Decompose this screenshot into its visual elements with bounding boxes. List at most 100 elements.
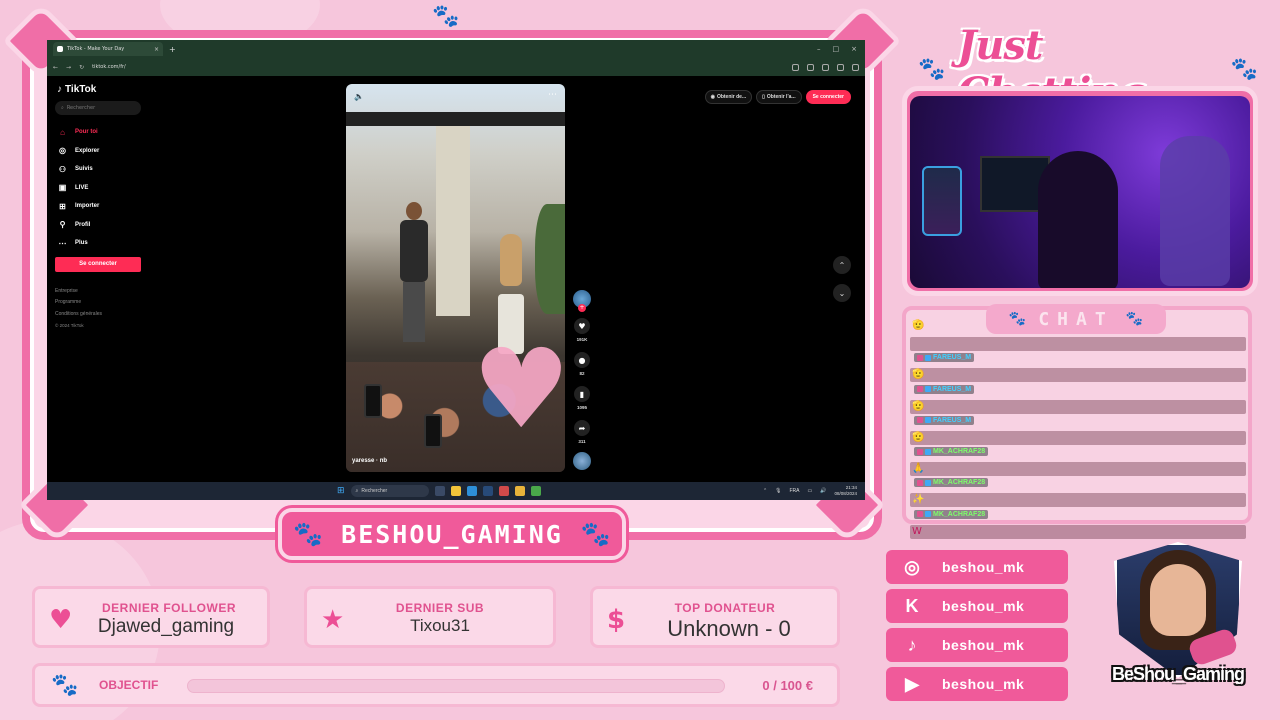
- clock[interactable]: 21:34 08/08/2024: [834, 485, 857, 497]
- performer: [394, 202, 434, 352]
- file-explorer-icon[interactable]: [450, 486, 461, 496]
- footer-link[interactable]: Conditions générales: [55, 309, 145, 321]
- social-youtube[interactable]: ▶ beshou_mk: [886, 667, 1068, 701]
- save-button[interactable]: ▮: [574, 386, 590, 402]
- music-disc-icon[interactable]: [573, 452, 591, 470]
- paw-icon: 🐾: [293, 520, 324, 548]
- chat-message-bg: [910, 368, 1246, 383]
- video-player[interactable]: ♥ 🔈 ⋯ yaresse · nb: [346, 84, 565, 472]
- social-tiktok[interactable]: ♪ beshou_mk: [886, 628, 1068, 662]
- widget-label: TOP DONATEUR: [674, 601, 776, 615]
- save-count: 1095: [576, 405, 587, 410]
- chat-message: FAREUS_M 🫡: [906, 351, 1248, 383]
- comment-button[interactable]: ●: [574, 352, 590, 368]
- tiktok-icon: [57, 46, 63, 52]
- footer-link[interactable]: Programme: [55, 297, 145, 309]
- chat-badge-icon: [917, 354, 923, 361]
- edge-icon[interactable]: [466, 486, 477, 496]
- scroll-up-button[interactable]: ⌃: [833, 256, 851, 274]
- heart-sticker: ♥: [472, 325, 565, 453]
- user-follow-icon: ⚇: [58, 164, 67, 174]
- close-window-icon[interactable]: ×: [851, 45, 857, 53]
- new-tab-icon[interactable]: +: [169, 45, 176, 54]
- windows-start-icon[interactable]: ⊞: [337, 486, 345, 496]
- url-field[interactable]: tiktok.com/fr/: [92, 64, 126, 70]
- objective-label: OBJECTIF: [99, 678, 159, 692]
- chat-badge-icon: [925, 511, 931, 518]
- copyright: © 2024 TikTok: [55, 323, 84, 328]
- app-icon[interactable]: [498, 486, 509, 496]
- objective-widget: 🐾 OBJECTIF 0 / 100 €: [32, 663, 840, 707]
- profile-icon[interactable]: [837, 63, 844, 71]
- search-input[interactable]: ⌕ Rechercher: [55, 101, 141, 115]
- extensions-icon[interactable]: [822, 63, 829, 71]
- logo-text: TikTok: [65, 84, 97, 95]
- search-icon: ⌕: [61, 105, 64, 111]
- chevron-down-icon: ⌄: [838, 288, 846, 298]
- sidebar-item-live[interactable]: ▣ LIVE: [55, 179, 145, 198]
- tiktok-logo[interactable]: ♪ TikTok: [57, 84, 145, 95]
- network-icon[interactable]: ▭: [808, 488, 813, 494]
- sidebar-item-suivis[interactable]: ⚇ Suivis: [55, 160, 145, 179]
- paw-icon: 🐾: [1008, 311, 1027, 327]
- tab-tiktok[interactable]: TikTok - Make Your Day ×: [53, 42, 163, 56]
- video-caption[interactable]: yaresse · nb: [352, 458, 387, 464]
- chat-message-bg: [910, 337, 1246, 351]
- top-login-button[interactable]: Se connecter: [805, 90, 851, 104]
- chat-message: MK_ACHRAF28 🙏: [906, 445, 1248, 477]
- translate-icon[interactable]: [792, 63, 799, 71]
- objective-value: 0 / 100 €: [762, 678, 813, 693]
- get-app-mobile-button[interactable]: ▯ Obtenir l'a...: [756, 90, 802, 104]
- sidebar-item-explorer[interactable]: ◎ Explorer: [55, 142, 145, 161]
- creator-avatar[interactable]: +: [573, 290, 591, 312]
- sidebar-item-importer[interactable]: ⊞ Importer: [55, 197, 145, 216]
- video-actions: + ♥ 191K ● 82 ▮ 1095 ➦ 311: [571, 290, 593, 470]
- dancer-hair: [500, 234, 522, 286]
- forward-icon[interactable]: →: [66, 64, 71, 71]
- tray-chevron-icon[interactable]: ⌃: [763, 488, 767, 494]
- home-icon: ⌂: [60, 127, 65, 137]
- comment-count: 82: [579, 371, 585, 376]
- widget-value: Tixou31: [410, 616, 470, 635]
- close-icon[interactable]: ×: [154, 46, 159, 53]
- share-button[interactable]: ➦: [574, 420, 590, 436]
- sidebar-item-plus[interactable]: ⋯ Plus: [55, 234, 145, 253]
- steam-icon[interactable]: [482, 486, 493, 496]
- chat-username: FAREUS_M: [914, 384, 975, 394]
- chrome-icon[interactable]: [514, 486, 525, 496]
- sidebar-item-profil[interactable]: ⚲ Profil: [55, 216, 145, 235]
- volume-icon[interactable]: 🔈: [354, 92, 364, 101]
- follow-plus-icon[interactable]: +: [578, 304, 586, 312]
- task-view-icon[interactable]: [434, 486, 445, 496]
- menu-icon[interactable]: [852, 63, 859, 71]
- nav-label: Profil: [75, 221, 91, 228]
- footer-link[interactable]: Entreprise: [55, 286, 145, 298]
- chrome-icon[interactable]: [530, 486, 541, 496]
- language-indicator[interactable]: FRA: [790, 488, 800, 494]
- top-donator-widget: $ TOP DONATEUR Unknown - 0: [590, 586, 840, 648]
- share-count: 311: [578, 439, 586, 444]
- microphone-icon[interactable]: 🎙: [775, 488, 781, 494]
- sidebar-item-pour-toi[interactable]: ⌂ Pour toi: [55, 123, 145, 142]
- kick-icon: K: [905, 595, 919, 616]
- minimize-icon[interactable]: –: [817, 45, 821, 53]
- more-options-icon[interactable]: ⋯: [548, 90, 557, 100]
- like-button[interactable]: ♥: [574, 318, 590, 334]
- login-button[interactable]: Se connecter: [55, 256, 141, 272]
- volume-icon[interactable]: 🔊: [820, 488, 826, 494]
- reload-icon[interactable]: ↻: [79, 64, 84, 71]
- maximize-icon[interactable]: □: [833, 45, 840, 53]
- social-instagram[interactable]: ◎ beshou_mk: [886, 550, 1068, 584]
- chat-header: 🐾 CHAT 🐾: [986, 304, 1166, 334]
- scroll-down-button[interactable]: ⌄: [833, 284, 851, 302]
- instagram-icon: ◎: [904, 556, 920, 577]
- get-app-button[interactable]: ◉ Obtenir de...: [704, 90, 753, 104]
- bookmark-star-icon[interactable]: [807, 63, 814, 71]
- taskbar-search[interactable]: ⌕ Rechercher: [350, 485, 429, 497]
- window-controls: – □ ×: [817, 45, 865, 53]
- chat-emote: 🫡: [912, 369, 925, 381]
- streamer-silhouette: [1038, 151, 1118, 288]
- social-kick[interactable]: K beshou_mk: [886, 589, 1068, 623]
- back-icon[interactable]: ←: [53, 64, 58, 71]
- chat-emote: 🫡: [912, 400, 925, 412]
